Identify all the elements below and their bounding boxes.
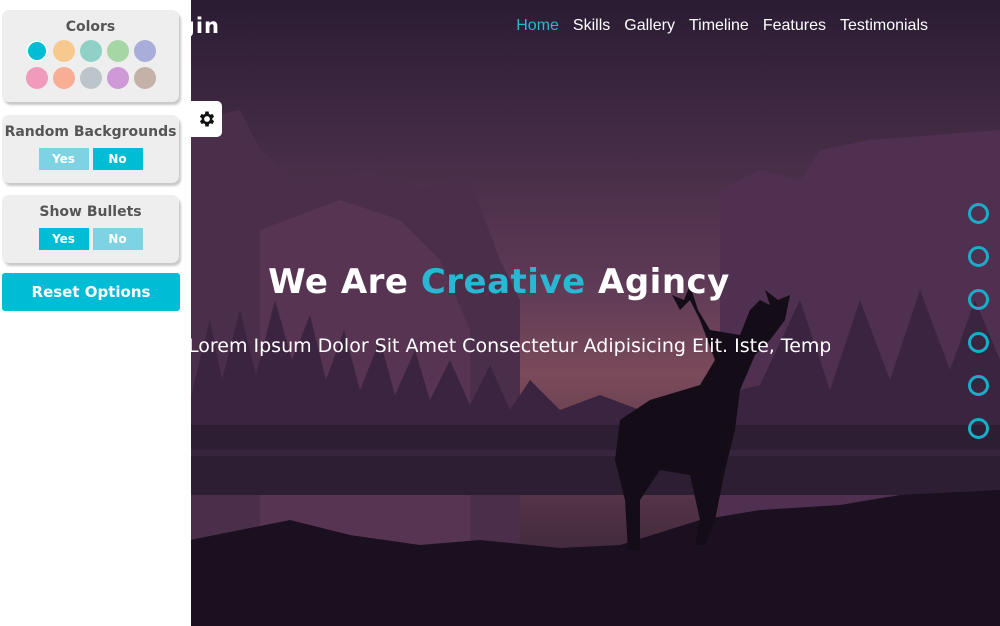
color-swatch-gray[interactable]: [79, 67, 102, 89]
color-swatch-green[interactable]: [106, 40, 129, 62]
bullet-6[interactable]: [968, 418, 989, 439]
color-swatch-purple[interactable]: [106, 67, 129, 89]
show-bullets-toggle: Yes No: [2, 228, 179, 250]
settings-toggle-button[interactable]: [191, 101, 222, 137]
gear-icon: [199, 111, 214, 127]
color-swatch-cyan[interactable]: [25, 40, 48, 62]
color-swatch-salmon[interactable]: [52, 67, 75, 89]
colors-option-box: Colors: [2, 10, 179, 102]
color-swatch-peach[interactable]: [52, 40, 75, 62]
show-bullets-box: Show Bullets Yes No: [2, 195, 179, 263]
nav-gallery[interactable]: Gallery: [617, 16, 682, 36]
hero-subline: Lorem Ipsum Dolor Sit Amet Consectetur A…: [188, 335, 830, 357]
nav-skills[interactable]: Skills: [566, 16, 617, 36]
reset-options-button[interactable]: Reset Options: [2, 273, 180, 311]
bullets-yes-button[interactable]: Yes: [38, 228, 89, 250]
color-swatch-taupe[interactable]: [133, 67, 156, 89]
random-backgrounds-box: Random Backgrounds Yes No: [2, 115, 179, 183]
bullet-4[interactable]: [968, 332, 989, 353]
backgrounds-no-button[interactable]: No: [92, 148, 143, 170]
nav-features[interactable]: Features: [756, 16, 833, 36]
colors-title: Colors: [65, 19, 116, 35]
bullet-2[interactable]: [968, 246, 989, 267]
headline-start: We Are: [268, 262, 421, 302]
backgrounds-yes-button[interactable]: Yes: [38, 148, 89, 170]
settings-panel: Colors Random Backgrounds Yes No Show Bu…: [0, 0, 191, 626]
headline-accent: Creative: [420, 262, 586, 302]
bullet-3[interactable]: [968, 289, 989, 310]
nav-timeline[interactable]: Timeline: [682, 16, 756, 36]
section-bullets: [968, 203, 989, 461]
nav-home[interactable]: Home: [509, 16, 566, 36]
bullets-no-button[interactable]: No: [92, 228, 143, 250]
headline-end: Agincy: [585, 262, 730, 302]
color-swatch-teal[interactable]: [79, 40, 102, 62]
show-bullets-title: Show Bullets: [39, 204, 142, 220]
random-backgrounds-toggle: Yes No: [2, 148, 179, 170]
nav-testimonials[interactable]: Testimonials: [833, 16, 935, 36]
color-swatch-lavender[interactable]: [133, 40, 156, 62]
random-backgrounds-title: Random Backgrounds: [4, 124, 177, 140]
bullet-5[interactable]: [968, 375, 989, 396]
hero-headline: We Are Creative Agincy: [191, 262, 807, 302]
main-nav: Home Skills Gallery Timeline Features Te…: [509, 16, 935, 36]
color-swatch-pink[interactable]: [25, 67, 48, 89]
color-swatches: [2, 40, 179, 89]
bullet-1[interactable]: [968, 203, 989, 224]
